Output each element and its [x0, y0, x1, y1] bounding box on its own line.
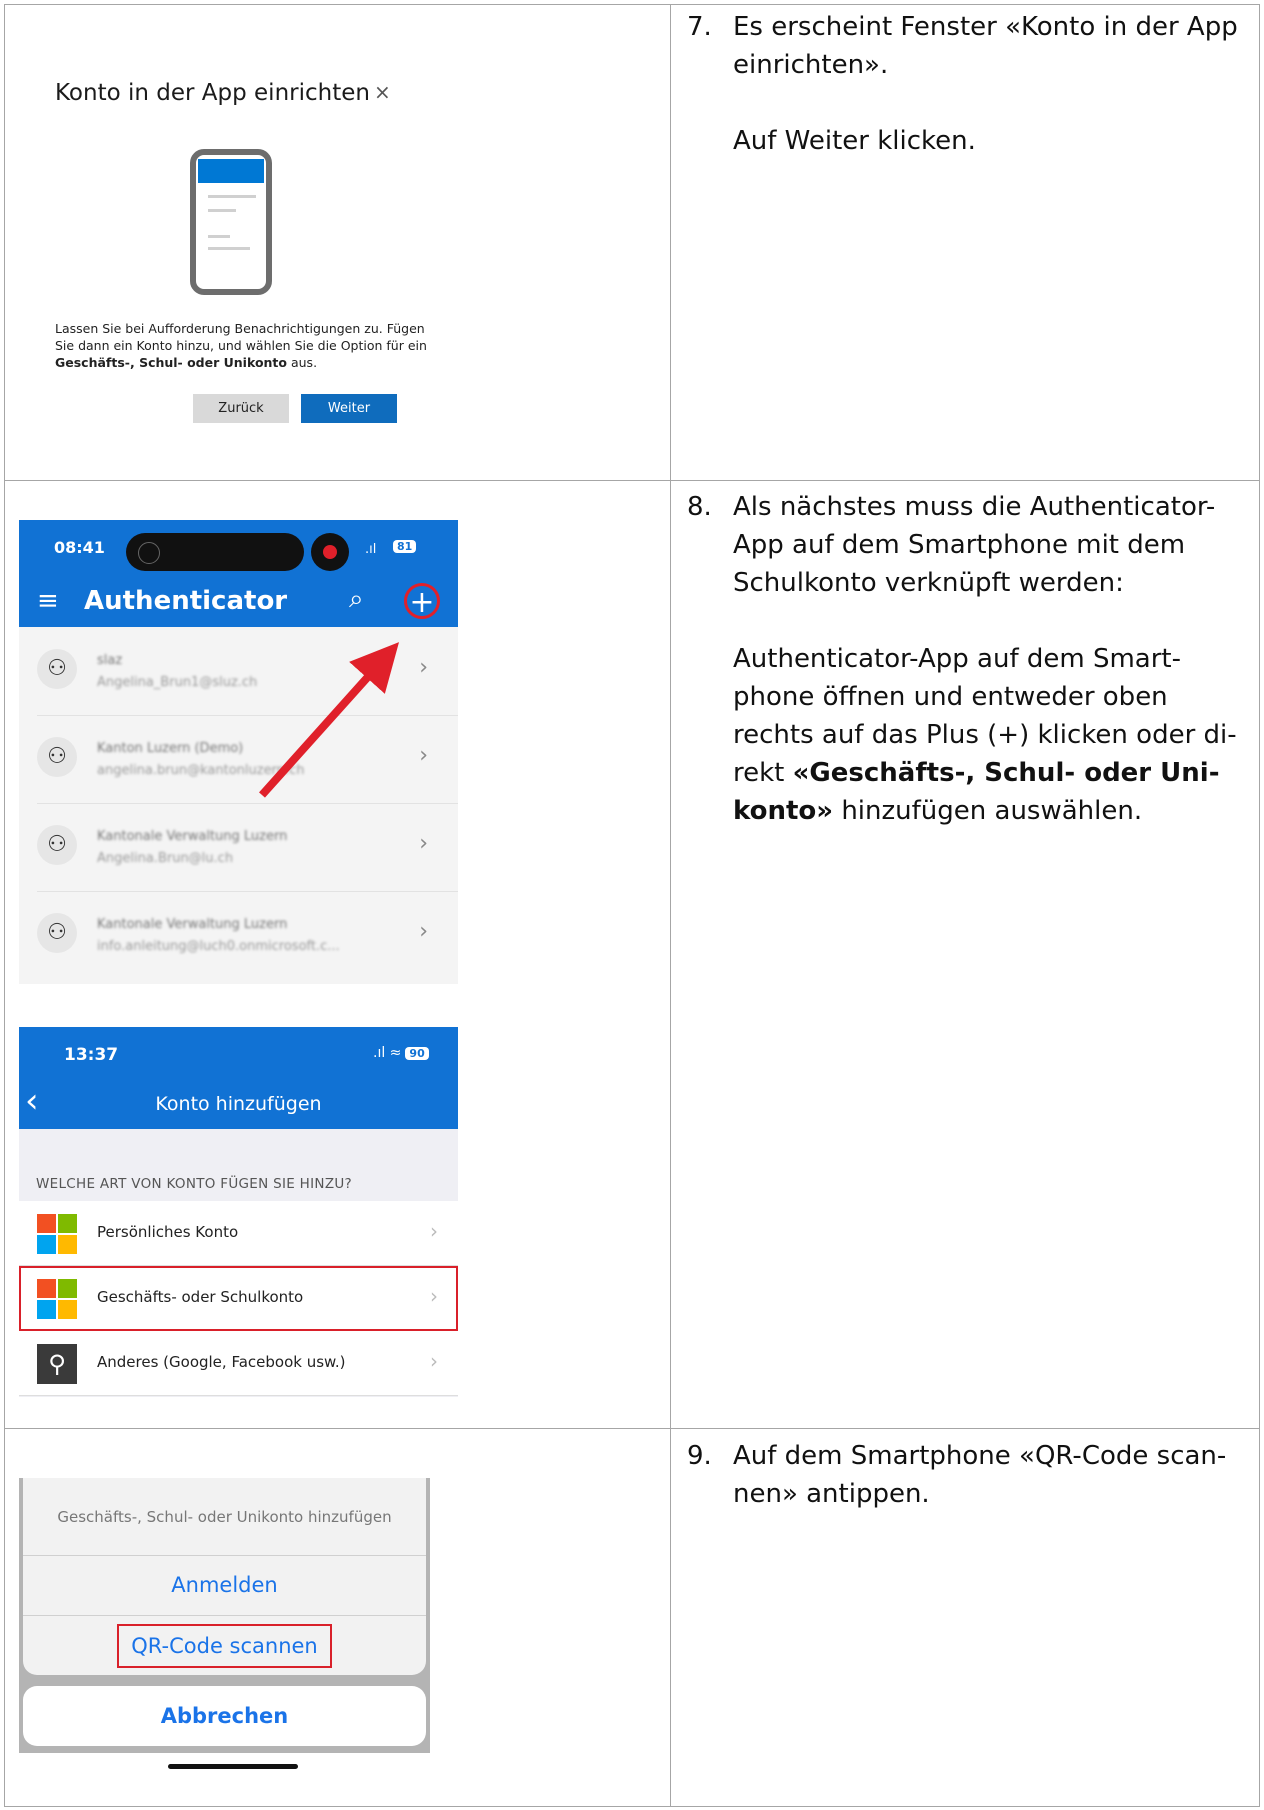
add-account-header: 13:37 .ıl ≈90 ‹ Konto hinzufügen — [19, 1027, 458, 1129]
sign-in-button[interactable]: Anmelden — [23, 1555, 426, 1615]
signal-wifi-icon: .ıl ≈ — [373, 1045, 402, 1061]
scan-qr-button[interactable]: QR-Code scannen — [23, 1615, 426, 1676]
page-title: Konto hinzufügen — [155, 1093, 322, 1115]
list-item-personal[interactable]: Persönliches Konto › — [19, 1201, 458, 1266]
action-sheet-screenshot: Geschäfts-, Schul- oder Unikonto hinzufü… — [19, 1478, 430, 1769]
microsoft-logo-icon — [37, 1279, 77, 1319]
list-item-work-school[interactable]: Geschäfts- oder Schulkonto › — [19, 1266, 458, 1331]
status-icons: .ıl ≈90 — [373, 1045, 429, 1061]
action-sheet-title: Geschäfts-, Schul- oder Unikonto hinzufü… — [23, 1478, 426, 1556]
cancel-button[interactable]: Abbrechen — [23, 1686, 426, 1746]
chevron-right-icon: › — [430, 1284, 438, 1308]
list-item-label: Geschäfts- oder Schulkonto — [97, 1288, 304, 1306]
list-item-label: Anderes (Google, Facebook usw.) — [97, 1353, 346, 1371]
battery-icon: 90 — [405, 1047, 429, 1060]
list-item-label: Persönliches Konto — [97, 1223, 239, 1241]
step-number: 9. — [687, 1441, 712, 1471]
person-icon: ⚲ — [37, 1344, 77, 1384]
action-sheet: Geschäfts-, Schul- oder Unikonto hinzufü… — [23, 1478, 426, 1675]
step-9-text: 9. Auf dem Smartphone «QR-Code scan-nen»… — [687, 1437, 1247, 1513]
step-paragraph: Auf dem Smartphone «QR-Code scan-nen» an… — [733, 1441, 1227, 1509]
microsoft-logo-icon — [37, 1214, 77, 1254]
status-time: 13:37 — [64, 1045, 119, 1065]
chevron-right-icon: › — [430, 1219, 438, 1243]
chevron-right-icon: › — [430, 1349, 438, 1373]
section-header: WELCHE ART VON KONTO FÜGEN SIE HINZU? — [36, 1176, 353, 1192]
home-indicator — [168, 1764, 298, 1769]
list-item-other[interactable]: ⚲ Anderes (Google, Facebook usw.) › — [19, 1331, 458, 1396]
account-type-list: WELCHE ART VON KONTO FÜGEN SIE HINZU? Pe… — [19, 1129, 458, 1397]
